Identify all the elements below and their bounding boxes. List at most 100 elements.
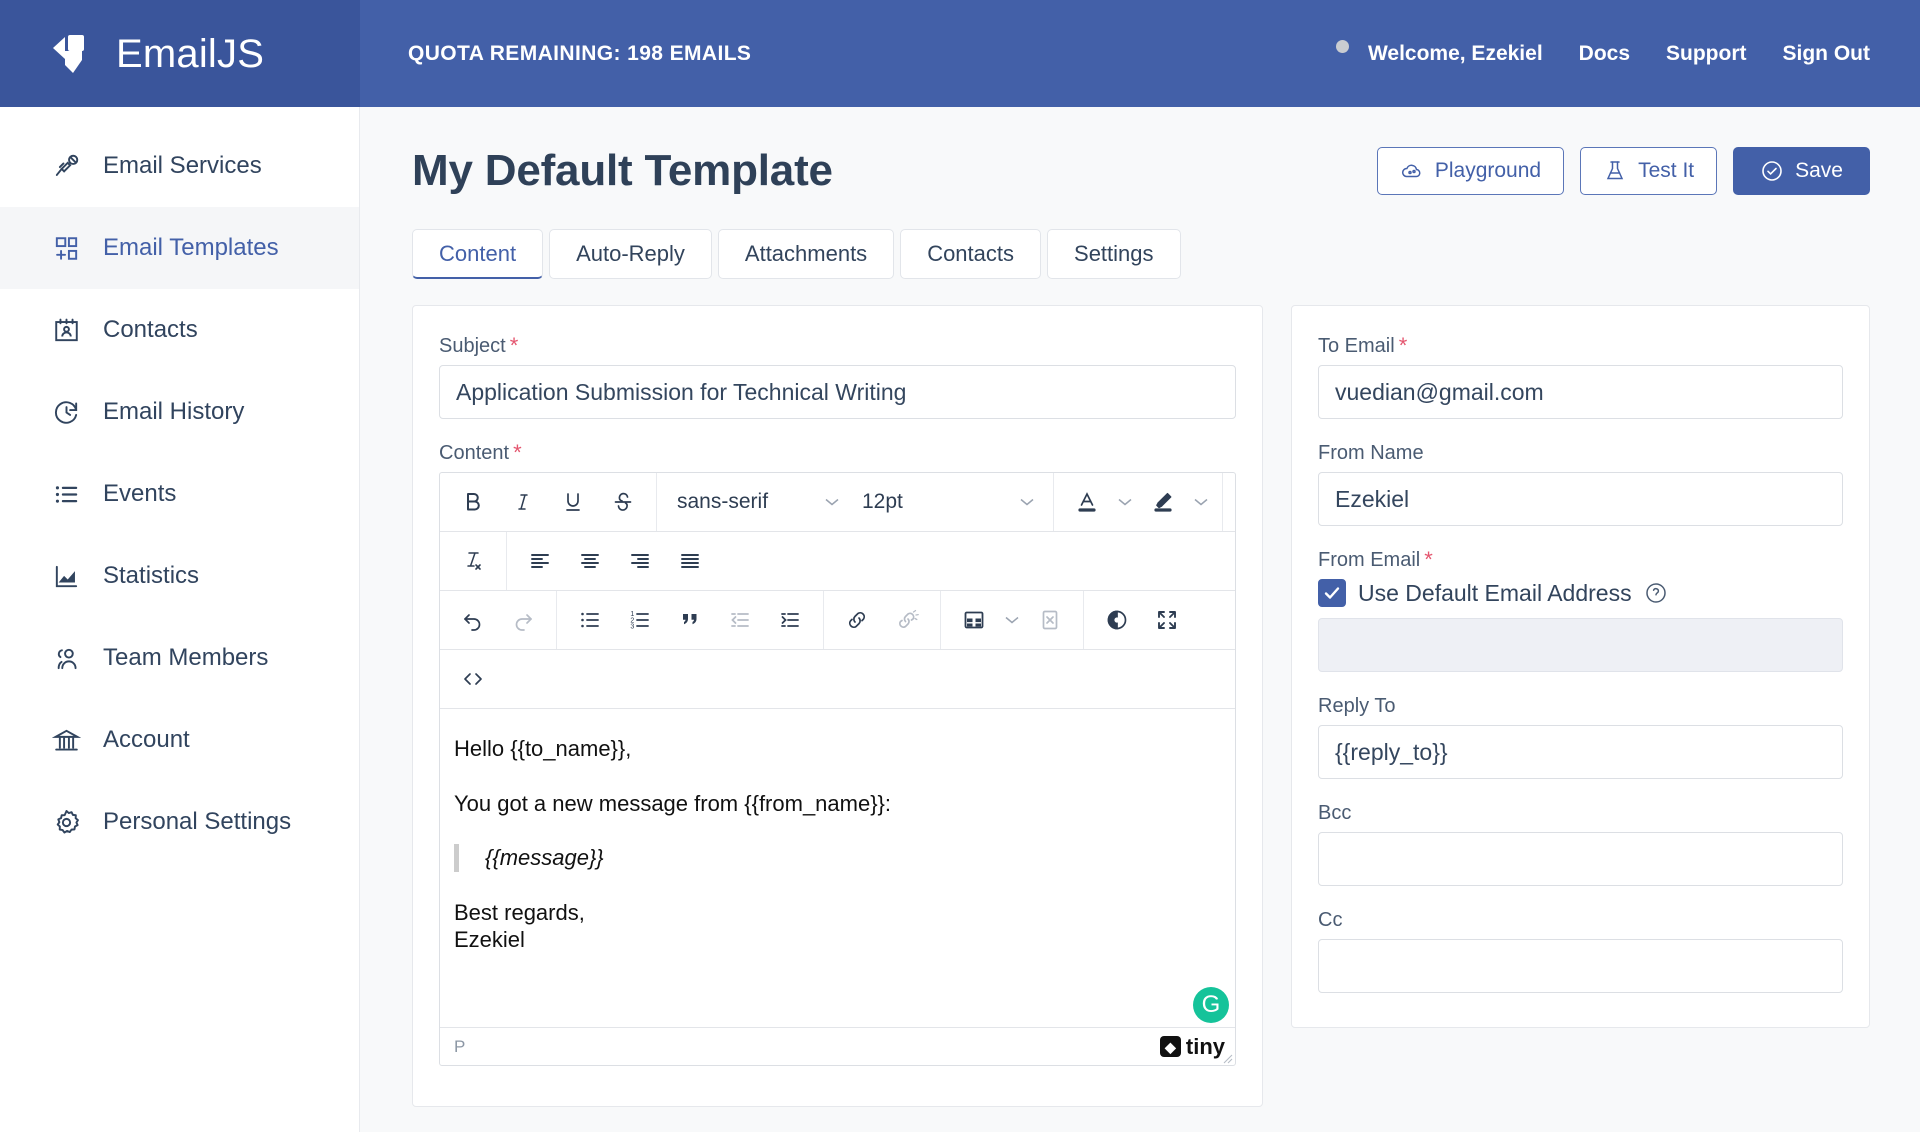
nav-link-sign-out[interactable]: Sign Out [1783, 42, 1871, 66]
text-format-group [440, 473, 657, 532]
font-family-value: sans-serif [677, 490, 769, 514]
underline-button[interactable] [548, 479, 598, 525]
to-email-input[interactable] [1318, 365, 1843, 420]
help-circle-icon[interactable] [1644, 581, 1668, 605]
insert-table-button[interactable] [949, 597, 999, 643]
font-size-select[interactable]: 12pt [850, 479, 1045, 525]
content-field-group: Content * sans-serif 12pt 1 2 3 Hello {{… [439, 442, 1236, 1067]
to-email-label: To Email * [1318, 335, 1843, 357]
sidebar-item-contacts[interactable]: Contacts [0, 289, 359, 371]
sidebar-item-email-history[interactable]: Email History [0, 371, 359, 453]
clear-formatting-button[interactable] [448, 538, 498, 584]
quota-remaining-text: QUOTA REMAINING: 198 EMAILS [408, 41, 752, 65]
subject-input[interactable] [439, 365, 1236, 420]
editor-signoff-line-2: Ezekiel [454, 927, 525, 953]
tab-attachments[interactable]: Attachments [717, 229, 895, 280]
save-button[interactable]: Save [1733, 147, 1870, 196]
source-code-button[interactable] [448, 656, 498, 702]
reply-to-input[interactable] [1318, 725, 1843, 780]
tab-contacts[interactable]: Contacts [900, 229, 1042, 280]
to-email-field-group: To Email * [1318, 335, 1843, 420]
from-email-label: From Email * [1318, 549, 1843, 571]
content-label-text: Content [439, 442, 510, 465]
grammarly-icon[interactable]: G [1193, 987, 1229, 1024]
sidebar-item-team-members[interactable]: Team Members [0, 617, 359, 699]
bold-button[interactable] [448, 479, 498, 525]
sidebar-item-email-services[interactable]: Email Services [0, 125, 359, 207]
align-center-button[interactable] [565, 538, 615, 584]
preview-button[interactable] [1092, 597, 1142, 643]
clear-format-group [440, 532, 507, 591]
sidebar-item-email-templates[interactable]: Email Templates [0, 207, 359, 289]
subject-label: Subject * [439, 335, 1236, 358]
highlight-color-caret[interactable] [1188, 479, 1214, 525]
bulleted-list-button[interactable] [565, 597, 615, 643]
editor-resize-handle[interactable] [1219, 1050, 1233, 1064]
test-it-button-label: Test It [1638, 159, 1695, 183]
tab-settings[interactable]: Settings [1047, 229, 1181, 280]
svg-text:3: 3 [630, 624, 634, 631]
from-email-input[interactable] [1318, 618, 1843, 673]
strikethrough-button[interactable] [598, 479, 648, 525]
font-family-select[interactable]: sans-serif [665, 479, 850, 525]
cc-input[interactable] [1318, 939, 1843, 994]
sidebar-item-statistics[interactable]: Statistics [0, 535, 359, 617]
align-justify-button[interactable] [665, 538, 715, 584]
tab-content[interactable]: Content [412, 229, 544, 280]
remove-link-button[interactable] [882, 597, 932, 643]
chevron-down-icon [1005, 617, 1019, 624]
editor-line-intro: You got a new message from {{from_name}}… [454, 790, 892, 816]
align-left-button[interactable] [515, 538, 565, 584]
undo-redo-group [440, 591, 557, 650]
delete-table-button[interactable] [1025, 597, 1075, 643]
insert-link-button[interactable] [832, 597, 882, 643]
fullscreen-button[interactable] [1142, 597, 1192, 643]
sidebar-item-label: Team Members [103, 644, 269, 671]
subject-label-text: Subject [439, 335, 506, 358]
editor-body[interactable]: Hello {{to_name}}, You got a new message… [440, 709, 1235, 1028]
tab-auto-reply[interactable]: Auto-Reply [549, 229, 712, 280]
decrease-indent-button[interactable] [715, 597, 765, 643]
welcome-text: Welcome, Ezekiel [1367, 41, 1543, 65]
panels-row: Subject * Content * [412, 305, 1870, 1108]
test-it-button[interactable]: Test It [1580, 147, 1718, 196]
use-default-email-checkbox[interactable] [1318, 579, 1346, 608]
preview-group [1084, 591, 1200, 649]
brand-logo-area[interactable]: EmailJS [0, 0, 360, 107]
color-group [1054, 473, 1223, 532]
reply-to-label: Reply To [1318, 696, 1843, 716]
from-email-field-group: From Email * Use Default Email Address [1318, 549, 1843, 673]
undo-button[interactable] [448, 597, 498, 643]
save-button-label: Save [1795, 159, 1843, 183]
bcc-label-text: Bcc [1318, 802, 1352, 825]
font-size-value: 12pt [862, 490, 903, 514]
redo-button[interactable] [498, 597, 548, 643]
sidebar-item-events[interactable]: Events [0, 453, 359, 535]
editor-signoff-line-1: Best regards, [454, 899, 585, 925]
highlight-color-button[interactable] [1138, 479, 1188, 525]
sidebar-item-account[interactable]: Account [0, 699, 359, 781]
playground-button[interactable]: Playground [1376, 147, 1565, 196]
align-right-button[interactable] [615, 538, 665, 584]
blockquote-button[interactable] [665, 597, 715, 643]
gear-icon [52, 808, 81, 837]
app-root: EmailJS QUOTA REMAINING: 198 EMAILS Welc… [0, 0, 1920, 1132]
sidebar-item-personal-settings[interactable]: Personal Settings [0, 781, 359, 863]
text-color-caret[interactable] [1112, 479, 1138, 525]
from-name-input[interactable] [1318, 472, 1843, 527]
text-color-button[interactable] [1062, 479, 1112, 525]
tinymce-logo: ◆ tiny [1159, 1035, 1225, 1058]
sidebar-item-label: Email History [103, 398, 245, 425]
use-default-email-row: Use Default Email Address [1318, 579, 1843, 608]
table-caret[interactable] [999, 597, 1025, 643]
numbered-list-button[interactable]: 1 2 3 [615, 597, 665, 643]
nav-link-support[interactable]: Support [1666, 42, 1746, 66]
bcc-input[interactable] [1318, 832, 1843, 887]
reply-to-field-group: Reply To [1318, 696, 1843, 780]
link-group [824, 591, 941, 650]
nav-link-docs[interactable]: Docs [1579, 42, 1630, 66]
increase-indent-button[interactable] [765, 597, 815, 643]
sidebar-item-label: Email Templates [103, 234, 279, 261]
italic-button[interactable] [498, 479, 548, 525]
list-icon [52, 480, 81, 509]
